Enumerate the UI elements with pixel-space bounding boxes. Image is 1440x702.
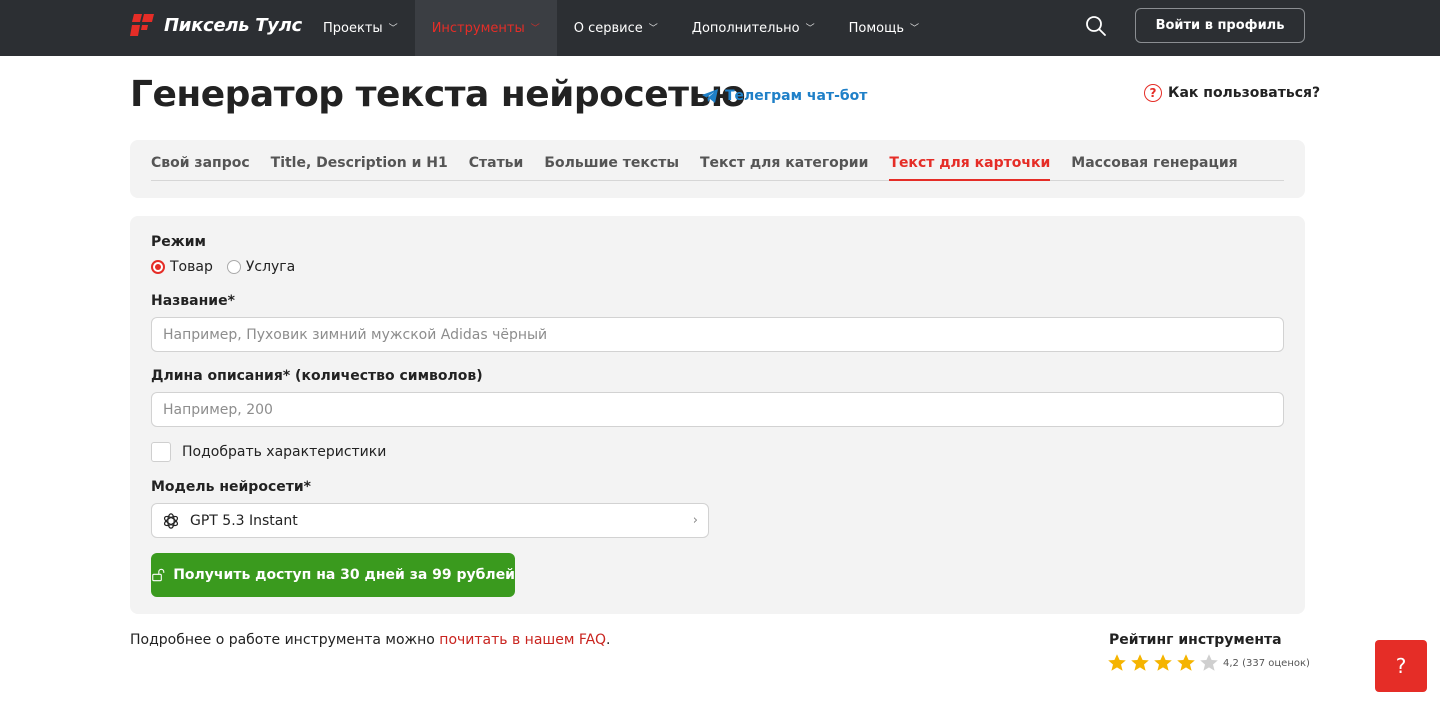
rating-stars[interactable] [1107, 653, 1219, 673]
tab-articles[interactable]: Статьи [469, 155, 524, 181]
telegram-bot-label: Телеграм чат-бот [725, 88, 868, 104]
mode-radio-group: Товар Услуга [151, 259, 295, 275]
nav-item-projects[interactable]: Проекты ﹀ [306, 0, 415, 56]
openai-icon [163, 512, 179, 529]
name-input[interactable] [151, 317, 1284, 352]
features-checkbox[interactable] [151, 442, 171, 462]
nav-item-help[interactable]: Помощь ﹀ [832, 0, 936, 56]
generator-form: Режим Товар Услуга Название* Длина описа… [130, 216, 1305, 614]
nav-item-label: Помощь [848, 20, 905, 36]
chevron-down-icon: ﹀ [530, 23, 540, 34]
top-navbar: Пиксель Тулс Проекты ﹀ Инструменты ﹀ О с… [0, 0, 1440, 56]
features-checkbox-row[interactable]: Подобрать характеристики [151, 442, 386, 462]
radio-unchecked-icon[interactable] [226, 260, 241, 274]
chevron-down-icon: ﹀ [648, 23, 658, 34]
login-button[interactable]: Войти в профиль [1135, 8, 1305, 43]
unlock-icon [152, 568, 165, 582]
how-to-use-link[interactable]: ? Как пользоваться? [1144, 84, 1320, 102]
radio-checked-icon[interactable] [151, 260, 165, 274]
model-select[interactable]: GPT 5.3 Instant › [151, 503, 709, 538]
get-access-button[interactable]: Получить доступ на 30 дней за 99 рублей [151, 553, 515, 597]
nav-item-tools[interactable]: Инструменты ﹀ [414, 0, 557, 56]
question-circle-icon: ? [1144, 84, 1162, 102]
tab-category-text[interactable]: Текст для категории [700, 155, 868, 181]
logo-text: Пиксель Тулс [164, 14, 302, 36]
nav-item-label: Проекты [323, 20, 383, 36]
faq-suffix: . [605, 632, 611, 648]
nav-item-about[interactable]: О сервисе ﹀ [557, 0, 675, 56]
star-filled-icon[interactable] [1176, 653, 1196, 673]
logo-mark-icon [130, 12, 156, 38]
chevron-down-icon: ﹀ [805, 23, 815, 34]
rating-title: Рейтинг инструмента [1109, 632, 1282, 648]
star-empty-icon[interactable] [1199, 653, 1219, 673]
mode-radio-product[interactable]: Товар [151, 259, 213, 275]
nav-item-label: Инструменты [431, 20, 525, 36]
tab-bulk-generation[interactable]: Массовая генерация [1071, 155, 1237, 181]
telegram-icon [702, 89, 718, 103]
faq-prefix: Подробнее о работе инструмента можно [130, 632, 440, 648]
radio-label: Услуга [245, 259, 296, 275]
mode-radio-service[interactable]: Услуга [226, 259, 296, 275]
features-label: Подобрать характеристики [182, 444, 387, 460]
nav-item-label: Дополнительно [691, 20, 800, 36]
get-access-label: Получить доступ на 30 дней за 99 рублей [173, 567, 515, 583]
star-filled-icon[interactable] [1130, 653, 1150, 673]
main-nav: Проекты ﹀ Инструменты ﹀ О сервисе ﹀ Допо… [306, 0, 936, 56]
nav-item-label: О сервисе [573, 20, 643, 36]
rating-text: 4,2 (337 оценок) [1223, 658, 1310, 669]
tab-custom-query[interactable]: Свой запрос [151, 155, 250, 181]
length-input[interactable] [151, 392, 1284, 427]
telegram-bot-link[interactable]: Телеграм чат-бот [702, 88, 867, 104]
star-filled-icon[interactable] [1153, 653, 1173, 673]
faq-text: Подробнее о работе инструмента можно поч… [130, 632, 610, 648]
how-to-use-label: Как пользоваться? [1168, 85, 1321, 101]
nav-item-extra[interactable]: Дополнительно ﹀ [675, 0, 832, 56]
tab-title-description-h1[interactable]: Title, Description и H1 [271, 155, 448, 181]
name-label: Название* [151, 293, 235, 309]
radio-label: Товар [170, 259, 213, 275]
model-selected-value: GPT 5.3 Instant [190, 512, 298, 529]
page-title: Генератор текста нейросетью [130, 74, 746, 115]
length-label: Длина описания* (количество символов) [151, 368, 483, 384]
tabs-panel: Свой запрос Title, Description и H1 Стат… [130, 140, 1305, 198]
tab-product-card-text[interactable]: Текст для карточки [889, 155, 1051, 181]
faq-link[interactable]: почитать в нашем FAQ [439, 632, 606, 648]
search-icon[interactable] [1084, 14, 1110, 40]
mode-label: Режим [151, 234, 206, 250]
tab-long-texts[interactable]: Большие тексты [544, 155, 679, 181]
logo[interactable]: Пиксель Тулс [130, 12, 302, 38]
chevron-right-icon: › [692, 513, 698, 528]
model-label: Модель нейросети* [151, 479, 311, 495]
chevron-down-icon: ﹀ [910, 23, 920, 34]
chevron-down-icon: ﹀ [388, 23, 398, 34]
tool-tabs: Свой запрос Title, Description и H1 Стат… [151, 155, 1284, 181]
help-chat-button[interactable]: ? [1375, 640, 1427, 692]
star-filled-icon[interactable] [1107, 653, 1127, 673]
